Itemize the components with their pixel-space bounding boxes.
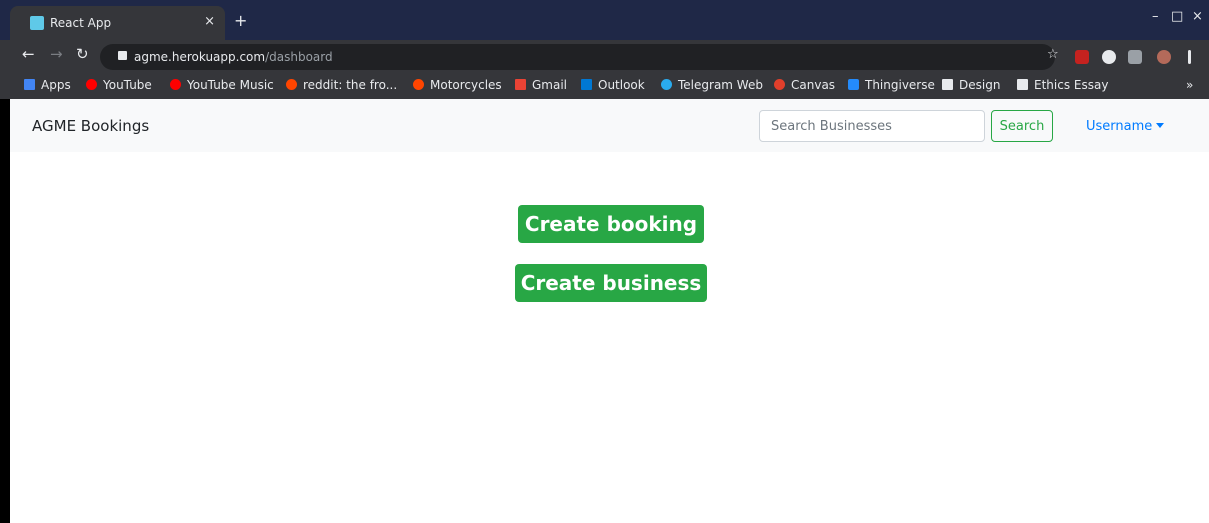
- back-arrow-icon[interactable]: ←: [22, 45, 35, 63]
- bookmark-label: Outlook: [598, 78, 645, 92]
- search-button[interactable]: Search: [991, 110, 1053, 142]
- bookmark-label: Design: [959, 78, 1001, 92]
- bookmark-folder-ethics-essay[interactable]: Ethics Essay: [1017, 78, 1108, 92]
- minimize-button[interactable]: –: [1152, 9, 1159, 24]
- react-favicon-icon: [30, 16, 44, 30]
- bookmark-folder-design[interactable]: Design: [942, 78, 1000, 92]
- reddit-icon: [413, 79, 424, 90]
- bookmark-youtube-music[interactable]: YouTube Music: [170, 78, 274, 92]
- create-booking-button[interactable]: Create booking: [518, 205, 704, 243]
- tab-close-icon[interactable]: ×: [204, 14, 215, 29]
- bookmarks-overflow-button[interactable]: »: [1186, 78, 1193, 92]
- youtube-icon: [86, 79, 97, 90]
- create-business-button[interactable]: Create business: [515, 264, 707, 302]
- bookmark-label: reddit: the fro...: [303, 78, 398, 92]
- bookmark-gmail[interactable]: Gmail: [515, 78, 567, 92]
- reading-list-icon[interactable]: [1128, 50, 1142, 64]
- forward-arrow-icon[interactable]: →: [50, 45, 63, 63]
- bookmark-star-icon[interactable]: ☆: [1047, 47, 1059, 62]
- folder-icon: [1017, 79, 1028, 90]
- search-businesses-input[interactable]: [759, 110, 985, 142]
- bookmark-label: YouTube: [103, 78, 152, 92]
- canvas-icon: [774, 79, 785, 90]
- close-window-button[interactable]: ×: [1192, 9, 1203, 24]
- bookmark-label: Canvas: [791, 78, 836, 92]
- bookmark-reddit[interactable]: reddit: the fro...: [286, 78, 397, 92]
- bookmark-label: Apps: [41, 78, 71, 92]
- bookmark-telegram[interactable]: Telegram Web: [661, 78, 763, 92]
- bookmark-thingiverse[interactable]: Thingiverse: [848, 78, 935, 92]
- browser-menu-icon[interactable]: [1188, 50, 1191, 64]
- url-path: /dashboard: [265, 50, 333, 64]
- browser-tab[interactable]: React App ×: [10, 6, 225, 40]
- telegram-icon: [661, 79, 672, 90]
- lock-icon: [118, 51, 127, 60]
- thingiverse-icon: [848, 79, 859, 90]
- brand-link[interactable]: AGME Bookings: [32, 117, 149, 135]
- url-text[interactable]: agme.herokuapp.com/dashboard: [134, 50, 333, 64]
- extensions-puzzle-icon[interactable]: [1102, 50, 1116, 64]
- username-label: Username: [1086, 119, 1153, 134]
- bookmark-apps[interactable]: Apps: [24, 78, 71, 92]
- bookmark-canvas[interactable]: Canvas: [774, 78, 835, 92]
- bookmark-label: Thingiverse: [865, 78, 935, 92]
- url-host: agme.herokuapp.com: [134, 50, 266, 64]
- bookmark-label: YouTube Music: [187, 78, 274, 92]
- reload-icon[interactable]: ↻: [76, 45, 89, 63]
- maximize-button[interactable]: □: [1171, 9, 1183, 24]
- profile-avatar[interactable]: [1157, 50, 1171, 64]
- tab-title: React App: [50, 16, 112, 30]
- gmail-icon: [515, 79, 526, 90]
- bookmark-label: Gmail: [532, 78, 568, 92]
- bookmark-youtube[interactable]: YouTube: [86, 78, 152, 92]
- youtube-music-icon: [170, 79, 181, 90]
- username-dropdown[interactable]: Username: [1086, 119, 1165, 134]
- bookmark-label: Motorcycles: [430, 78, 502, 92]
- bookmark-label: Telegram Web: [678, 78, 763, 92]
- window-edge: [0, 99, 10, 523]
- apps-grid-icon: [24, 79, 35, 90]
- bookmark-label: Ethics Essay: [1034, 78, 1109, 92]
- caret-down-icon: [1156, 123, 1165, 128]
- outlook-icon: [581, 79, 592, 90]
- new-tab-button[interactable]: +: [234, 11, 247, 30]
- bookmark-outlook[interactable]: Outlook: [581, 78, 645, 92]
- reddit-icon: [286, 79, 297, 90]
- folder-icon: [942, 79, 953, 90]
- ublock-extension-icon[interactable]: [1075, 50, 1089, 64]
- bookmark-motorcycles[interactable]: Motorcycles: [413, 78, 502, 92]
